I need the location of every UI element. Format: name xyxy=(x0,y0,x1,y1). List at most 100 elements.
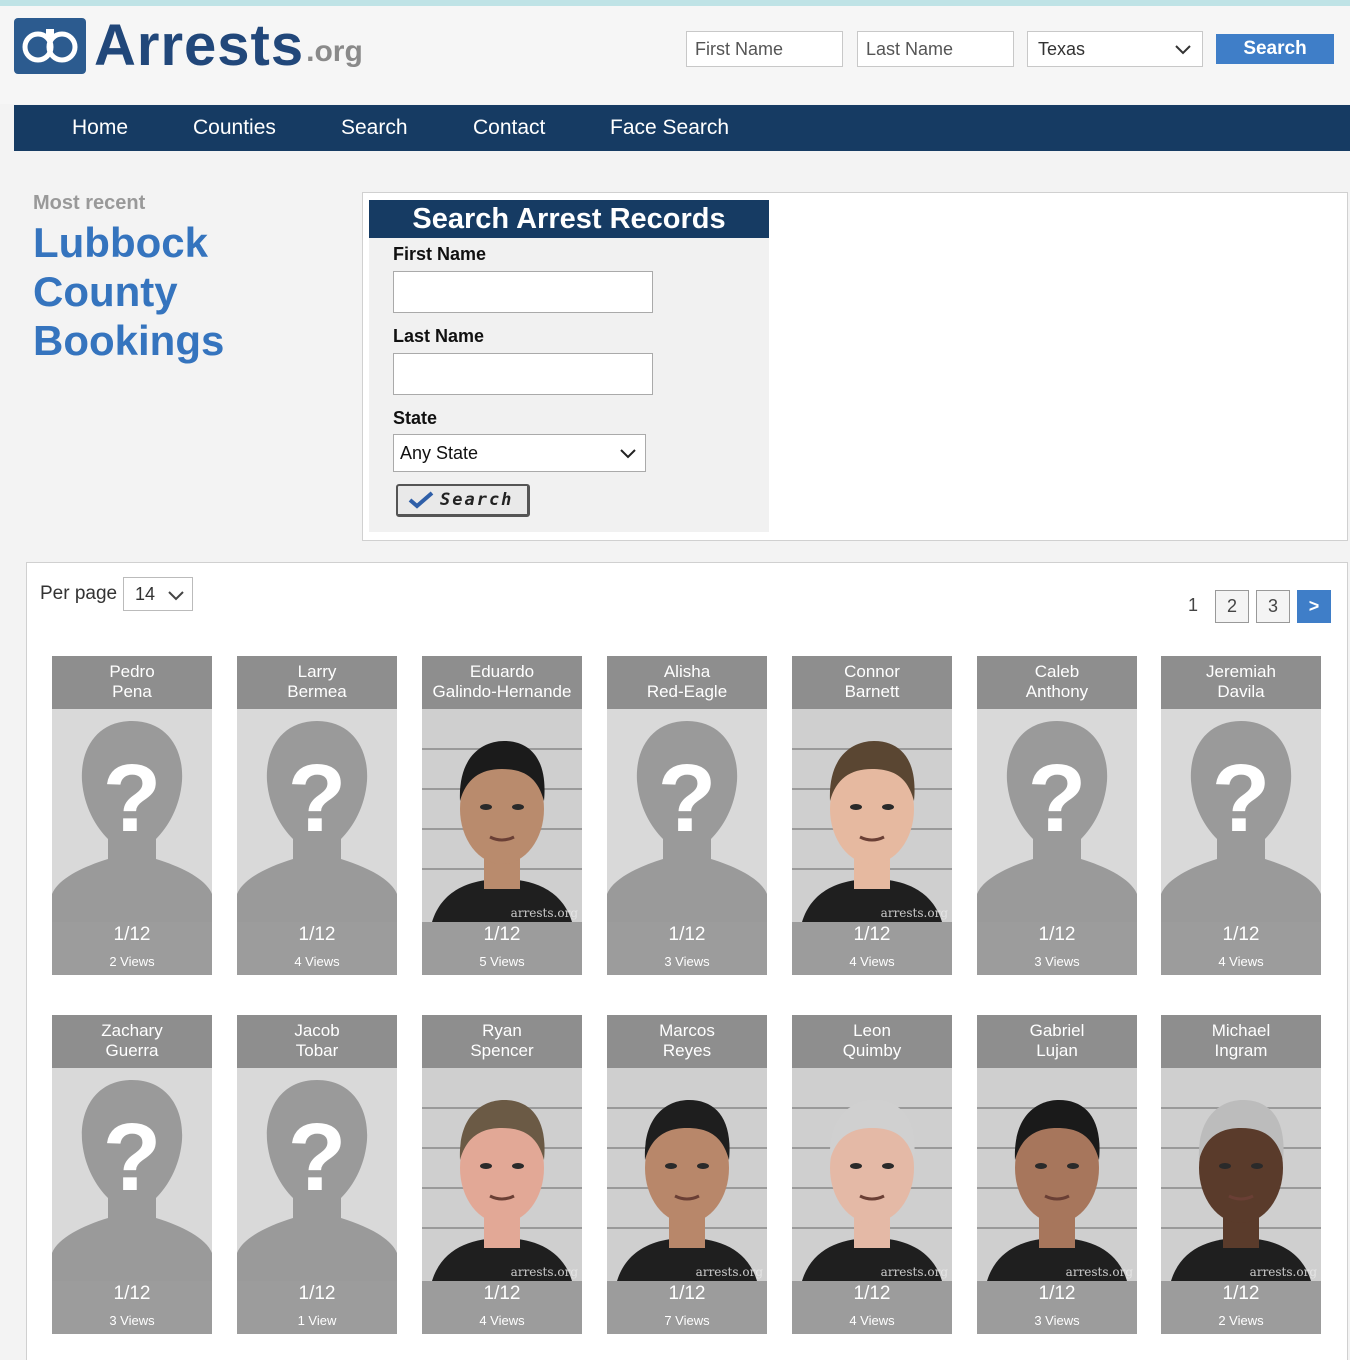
last-name: Barnett xyxy=(844,682,900,701)
booking-card[interactable]: Caleb Anthony? 1/12 3 Views xyxy=(977,656,1137,975)
svg-text:?: ? xyxy=(1212,745,1271,852)
booking-date: 1/12 xyxy=(668,1283,706,1304)
booking-photo: arrests.org xyxy=(607,1068,767,1281)
booking-photo: arrests.org xyxy=(1161,1068,1321,1281)
booking-name: Ryan Spencer xyxy=(422,1015,582,1068)
booking-name: Larry Bermea xyxy=(237,656,397,709)
booking-card[interactable]: Connor Barnett arrests.org 1/12 4 Views xyxy=(792,656,952,975)
site-header: Arrests .org First Name Last Name Texas … xyxy=(0,6,1350,104)
last-name: Spencer xyxy=(470,1041,534,1060)
svg-text:?: ? xyxy=(658,745,717,852)
svg-text:?: ? xyxy=(288,745,347,852)
booking-card[interactable]: Larry Bermea? 1/12 4 Views xyxy=(237,656,397,975)
per-page-value: 14 xyxy=(135,584,156,604)
booking-photo: arrests.org xyxy=(422,709,582,922)
first-name: Alisha xyxy=(663,662,711,681)
page-3-link[interactable]: 3 xyxy=(1256,590,1290,623)
state-select[interactable]: Any State xyxy=(393,434,646,472)
header-search-button[interactable]: Search xyxy=(1216,34,1334,64)
main-nav: Home Counties Search Contact Face Search xyxy=(14,105,1350,151)
bookings-results: Per page 14 1 2 3 > Pedro Pena? 1/12 2 View… xyxy=(26,562,1348,1360)
booking-photo: ? xyxy=(52,709,212,922)
booking-photo: ? xyxy=(1161,709,1321,922)
svg-text:?: ? xyxy=(1028,745,1087,852)
booking-card[interactable]: Jacob Tobar? 1/12 1 View xyxy=(237,1015,397,1334)
booking-card[interactable]: Pedro Pena? 1/12 2 Views xyxy=(52,656,212,975)
booking-card[interactable]: Gabriel Lujan arrests.org 1/12 3 Views xyxy=(977,1015,1137,1334)
booking-photo: arrests.org xyxy=(792,709,952,922)
view-count: 3 Views xyxy=(1034,954,1080,969)
booking-card[interactable]: Marcos Reyes arrests.org 1/12 7 Views xyxy=(607,1015,767,1334)
first-name: Pedro xyxy=(109,662,155,681)
booking-name: Marcos Reyes xyxy=(607,1015,767,1068)
view-count: 3 Views xyxy=(1034,1313,1080,1328)
booking-photo: ? xyxy=(607,709,767,922)
booking-card[interactable]: Jeremiah Davila? 1/12 4 Views xyxy=(1161,656,1321,975)
first-name: Connor xyxy=(844,662,900,681)
booking-date: 1/12 xyxy=(1222,1283,1260,1304)
site-logo[interactable]: Arrests .org xyxy=(14,13,363,78)
svg-text:?: ? xyxy=(103,1104,162,1211)
last-name: Guerra xyxy=(105,1041,159,1060)
page-2-link[interactable]: 2 xyxy=(1215,590,1249,623)
mugshot-photo xyxy=(422,1068,582,1281)
booking-photo: ? xyxy=(237,709,397,922)
unknown-person-icon: ? xyxy=(1161,709,1321,922)
last-name: Galindo-Hernande xyxy=(432,682,572,701)
first-name: Marcos xyxy=(659,1021,715,1040)
logo-text: Arrests xyxy=(94,13,305,78)
per-page-select[interactable]: 14 xyxy=(123,577,193,611)
title-line: County xyxy=(33,268,178,315)
title-line: Lubbock xyxy=(33,219,208,266)
mugshot-photo xyxy=(792,709,952,922)
nav-contact[interactable]: Contact xyxy=(473,105,545,151)
booking-card[interactable]: Ryan Spencer arrests.org 1/12 4 Views xyxy=(422,1015,582,1334)
next-page-button[interactable]: > xyxy=(1297,590,1331,623)
booking-name: Eduardo Galindo-Hernande xyxy=(422,656,582,709)
booking-date: 1/12 xyxy=(113,1283,151,1304)
last-name-input[interactable] xyxy=(393,353,653,395)
nav-home[interactable]: Home xyxy=(72,105,128,151)
unknown-person-icon: ? xyxy=(52,1068,212,1281)
booking-date: 1/12 xyxy=(668,924,706,945)
mugshot-photo xyxy=(792,1068,952,1281)
view-count: 2 Views xyxy=(1218,1313,1264,1328)
header-first-name-input[interactable]: First Name xyxy=(686,31,843,67)
booking-card[interactable]: Michael Ingram arrests.org 1/12 2 Views xyxy=(1161,1015,1321,1334)
nav-face-search[interactable]: Face Search xyxy=(610,105,729,151)
nav-search[interactable]: Search xyxy=(341,105,408,151)
booking-card[interactable]: Eduardo Galindo-Hernande arrests.org 1/12 5 … xyxy=(422,656,582,975)
search-button-label: Search xyxy=(440,490,514,510)
booking-name: Pedro Pena xyxy=(52,656,212,709)
photo-watermark: arrests.org xyxy=(880,906,948,920)
search-submit-button[interactable]: Search xyxy=(396,484,530,517)
nav-counties[interactable]: Counties xyxy=(193,105,276,151)
last-name: Red-Eagle xyxy=(646,682,728,701)
booking-name: Alisha Red-Eagle xyxy=(607,656,767,709)
first-name-label: First Name xyxy=(393,244,487,264)
booking-name: Connor Barnett xyxy=(792,656,952,709)
last-name: Anthony xyxy=(1025,682,1089,701)
first-name-input[interactable] xyxy=(393,271,653,313)
checkmark-icon xyxy=(408,491,434,509)
booking-name: Zachary Guerra xyxy=(52,1015,212,1068)
booking-name: Gabriel Lujan xyxy=(977,1015,1137,1068)
logo-suffix: .org xyxy=(306,35,363,68)
booking-card[interactable]: Zachary Guerra? 1/12 3 Views xyxy=(52,1015,212,1334)
state-select-value: Any State xyxy=(400,443,479,463)
header-last-name-input[interactable]: Last Name xyxy=(857,31,1014,67)
booking-card[interactable]: Leon Quimby arrests.org 1/12 4 Views xyxy=(792,1015,952,1334)
unknown-person-icon: ? xyxy=(52,709,212,922)
svg-text:?: ? xyxy=(288,1104,347,1211)
view-count: 4 Views xyxy=(1218,954,1264,969)
photo-watermark: arrests.org xyxy=(1065,1265,1133,1279)
booking-card[interactable]: Alisha Red-Eagle? 1/12 3 Views xyxy=(607,656,767,975)
unknown-person-icon: ? xyxy=(607,709,767,922)
view-count: 3 Views xyxy=(109,1313,155,1328)
mugshot-photo xyxy=(607,1068,767,1281)
chevron-down-icon xyxy=(1175,45,1191,55)
first-name: Eduardo xyxy=(469,662,535,681)
header-state-select[interactable]: Texas xyxy=(1027,31,1203,67)
booking-photo: arrests.org xyxy=(977,1068,1137,1281)
first-name: Zachary xyxy=(101,1021,163,1040)
